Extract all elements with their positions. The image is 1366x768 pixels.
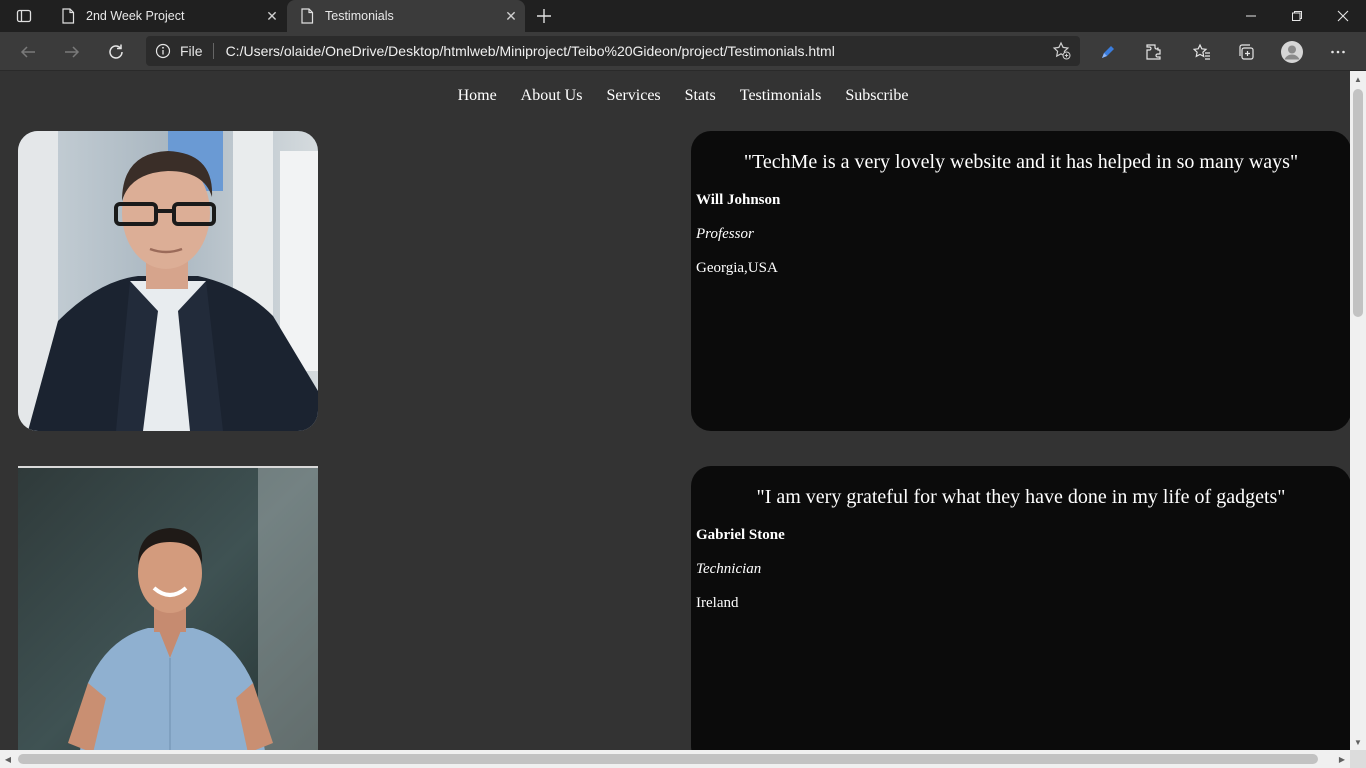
testimonial-card-gabriel-stone: "I am very grateful for what they have d… (691, 466, 1350, 750)
nav-link-services[interactable]: Services (606, 85, 660, 107)
restore-icon (1292, 11, 1302, 21)
tab-2nd-week-project[interactable]: 2nd Week Project ✕ (48, 0, 286, 32)
close-icon[interactable]: ✕ (497, 2, 525, 30)
nav-link-about-us[interactable]: About Us (521, 85, 583, 107)
address-scheme-label: File (180, 43, 214, 59)
vertical-scrollbar[interactable]: ▲ ▼ (1350, 71, 1366, 750)
testimonial-role: Technician (696, 561, 762, 577)
tab-actions-button[interactable] (8, 4, 40, 28)
extensions-icon[interactable] (1137, 36, 1169, 68)
new-tab-button[interactable] (530, 2, 558, 30)
testimonial-quote: "TechMe is a very lovely website and it … (743, 151, 1299, 173)
favorites-icon[interactable] (1186, 36, 1218, 68)
site-navigation: Home About Us Services Stats Testimonial… (0, 85, 1350, 107)
browser-tab-bar: 2nd Week Project ✕ Testimonials ✕ (0, 0, 1366, 32)
close-icon[interactable]: ✕ (258, 2, 286, 30)
page-icon (299, 8, 315, 24)
nav-link-stats[interactable]: Stats (685, 85, 716, 107)
scroll-down-arrow-icon[interactable]: ▼ (1350, 734, 1366, 750)
tab-testimonials[interactable]: Testimonials ✕ (287, 0, 525, 32)
close-icon (1337, 10, 1349, 22)
vertical-scroll-thumb[interactable] (1353, 89, 1363, 317)
scrollbar-corner (1350, 750, 1366, 768)
nav-link-home[interactable]: Home (458, 85, 497, 107)
profile-avatar-icon[interactable] (1276, 36, 1308, 68)
refresh-button[interactable] (100, 36, 132, 68)
tab-title: 2nd Week Project (86, 9, 185, 23)
info-icon[interactable] (146, 43, 180, 59)
minimize-button[interactable] (1228, 0, 1274, 32)
nav-link-subscribe[interactable]: Subscribe (845, 85, 908, 107)
close-window-button[interactable] (1320, 0, 1366, 32)
minimize-icon (1246, 15, 1256, 17)
testimonial-quote: "I am very grateful for what they have d… (756, 486, 1286, 508)
testimonial-location: Georgia,USA (696, 260, 778, 276)
testimonial-name: Will Johnson (696, 192, 781, 208)
nav-link-testimonials[interactable]: Testimonials (740, 85, 822, 107)
testimonial-photo-gabriel-stone (18, 466, 318, 750)
page-icon (60, 8, 76, 24)
testimonial-role: Professor (696, 226, 754, 242)
back-button[interactable] (12, 36, 44, 68)
forward-button[interactable] (56, 36, 88, 68)
tab-title: Testimonials (325, 9, 394, 23)
tab-actions-icon (16, 9, 32, 23)
browser-toolbar: File C:/Users/olaide/OneDrive/Desktop/ht… (0, 32, 1366, 71)
arrow-right-icon (65, 46, 80, 58)
testimonial-photo-will-johnson (18, 131, 318, 431)
refresh-icon (109, 44, 123, 59)
scroll-up-arrow-icon[interactable]: ▲ (1350, 71, 1366, 87)
address-bar[interactable]: File C:/Users/olaide/OneDrive/Desktop/ht… (146, 36, 1080, 66)
testimonial-name: Gabriel Stone (696, 527, 785, 543)
scroll-left-arrow-icon[interactable]: ◀ (0, 750, 16, 768)
collections-icon[interactable] (1230, 36, 1262, 68)
add-favorite-icon[interactable] (1044, 41, 1080, 61)
address-url[interactable]: C:/Users/olaide/OneDrive/Desktop/htmlweb… (214, 43, 1044, 59)
arrow-left-icon (20, 46, 35, 58)
testimonial-card-will-johnson: "TechMe is a very lovely website and it … (691, 131, 1350, 431)
testimonial-location: Ireland (696, 595, 739, 611)
more-options-icon[interactable] (1322, 36, 1354, 68)
page-viewport: Home About Us Services Stats Testimonial… (0, 71, 1350, 750)
plus-icon (537, 9, 551, 23)
horizontal-scrollbar[interactable]: ◀ ▶ (0, 750, 1350, 768)
horizontal-scroll-thumb[interactable] (18, 754, 1318, 764)
pen-extension-icon[interactable] (1092, 36, 1124, 68)
restore-button[interactable] (1274, 0, 1320, 32)
scroll-right-arrow-icon[interactable]: ▶ (1334, 750, 1350, 768)
